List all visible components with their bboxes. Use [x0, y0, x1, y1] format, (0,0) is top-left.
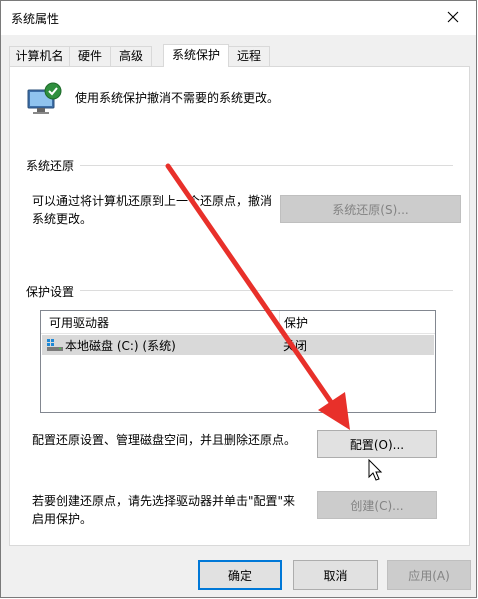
protection-group-title: 保护设置: [26, 283, 81, 300]
drives-list[interactable]: 可用驱动器 保护 本地磁盘 (C:) (系统) 关闭: [40, 310, 436, 413]
restore-description: 可以通过将计算机还原到上一个还原点，撤消 系统更改。: [32, 192, 272, 228]
protection-group-divider: [26, 290, 453, 291]
close-icon: [447, 11, 459, 23]
system-properties-window: 系统属性 计算机名 硬件 高级 系统保护 远程 使用系统保护撤消不需要的系统更改…: [0, 0, 477, 598]
restore-text-line: 系统更改。: [32, 212, 93, 226]
apply-button[interactable]: 应用(A): [387, 560, 471, 590]
create-text-line: 启用保护。: [32, 512, 93, 526]
restore-group-divider: [26, 165, 453, 166]
configure-description: 配置还原设置、管理磁盘空间，并且删除还原点。: [32, 433, 297, 447]
drive-icon: [47, 339, 63, 351]
create-text-line: 若要创建还原点，请先选择驱动器并单击"配置"来: [32, 494, 296, 508]
column-header-drive[interactable]: 可用驱动器: [49, 314, 109, 331]
close-button[interactable]: [430, 1, 476, 33]
column-divider[interactable]: [279, 311, 280, 333]
system-protection-panel: 使用系统保护撤消不需要的系统更改。 系统还原 可以通过将计算机还原到上一个还原点…: [9, 66, 470, 546]
drive-name-cell: 本地磁盘 (C:) (系统): [65, 339, 176, 353]
mouse-cursor-icon: [368, 459, 383, 481]
tab-remote[interactable]: 远程: [228, 46, 270, 66]
protection-status-cell: 关闭: [283, 339, 308, 353]
tab-system-protection[interactable]: 系统保护: [163, 44, 229, 67]
tab-hardware[interactable]: 硬件: [69, 46, 111, 66]
title-bar: 系统属性: [1, 1, 476, 35]
tab-advanced[interactable]: 高级: [110, 46, 152, 66]
ok-button[interactable]: 确定: [198, 560, 282, 590]
system-restore-button[interactable]: 系统还原(S)...: [280, 195, 461, 223]
cancel-button[interactable]: 取消: [293, 560, 378, 590]
restore-text-line: 可以通过将计算机还原到上一个还原点，撤消: [32, 194, 273, 208]
column-header-protection[interactable]: 保护: [284, 314, 308, 331]
configure-button[interactable]: 配置(O)...: [317, 430, 437, 458]
restore-group-title: 系统还原: [26, 157, 81, 174]
table-row[interactable]: 本地磁盘 (C:) (系统) 关闭: [42, 335, 434, 355]
create-button[interactable]: 创建(C)...: [317, 491, 437, 519]
protection-description: 使用系统保护撤消不需要的系统更改。: [75, 91, 280, 105]
window-title: 系统属性: [11, 12, 60, 26]
drives-list-header: 可用驱动器 保护: [41, 311, 435, 334]
system-protection-icon: [27, 82, 62, 114]
tab-computer-name[interactable]: 计算机名: [9, 46, 70, 66]
create-description: 若要创建还原点，请先选择驱动器并单击"配置"来 启用保护。: [32, 492, 295, 528]
